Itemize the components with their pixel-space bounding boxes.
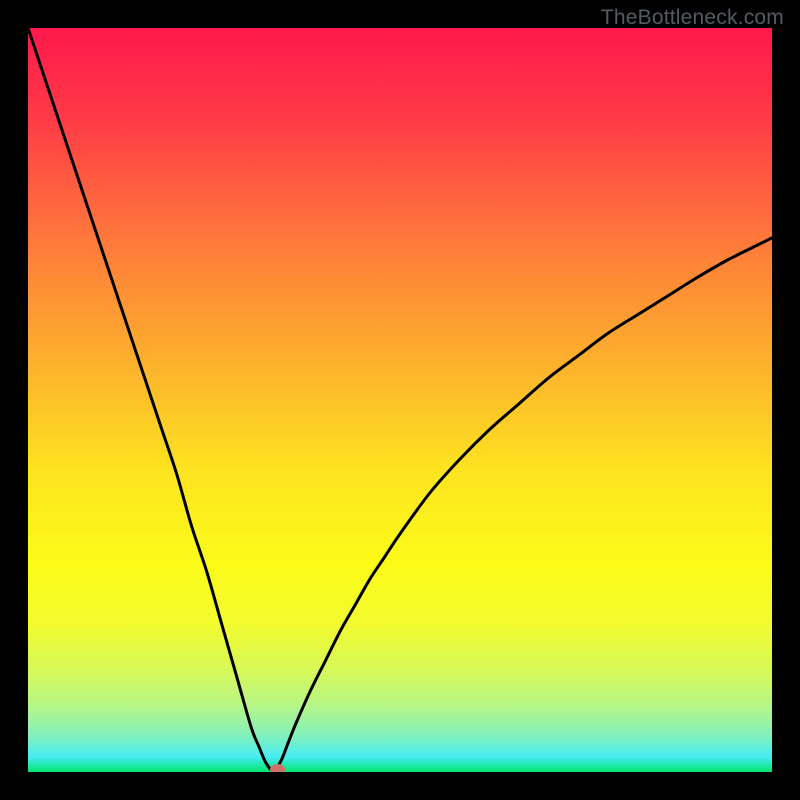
- curve-layer: [28, 28, 772, 772]
- plot-area: [28, 28, 772, 772]
- bottleneck-curve: [28, 28, 772, 771]
- minimum-marker-icon: [270, 764, 285, 772]
- chart-frame: TheBottleneck.com: [0, 0, 800, 800]
- watermark-text: TheBottleneck.com: [601, 6, 784, 30]
